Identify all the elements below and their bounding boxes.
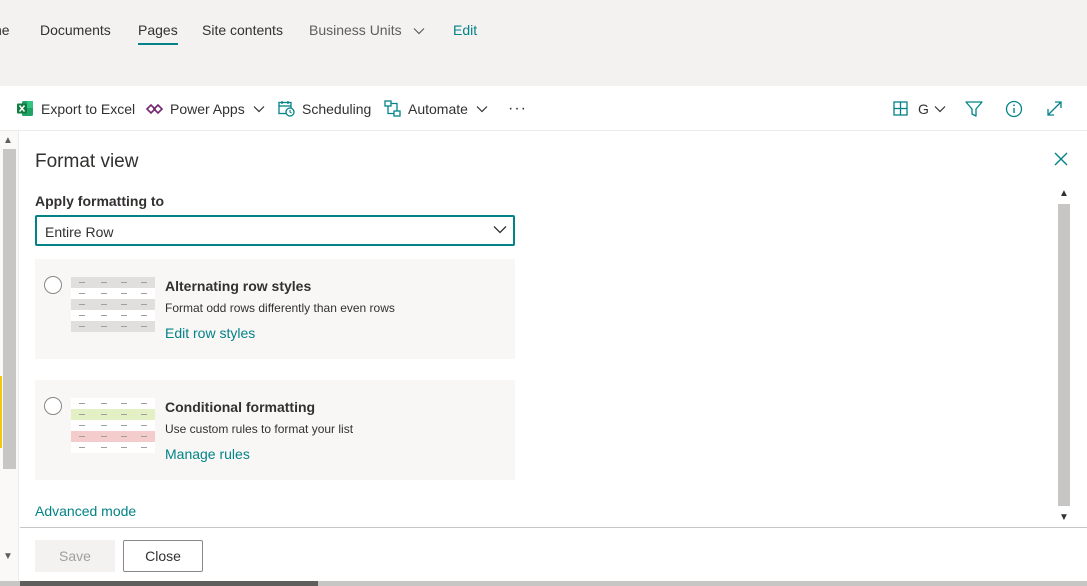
nav-pages[interactable]: Pages [138,22,178,45]
scroll-down-arrow[interactable]: ▼ [3,551,13,562]
power-apps-label: Power Apps [170,100,245,117]
command-bar: Export to Excel Power Apps Scheduling Au… [0,86,1087,131]
alternating-rows-title: Alternating row styles [165,278,312,294]
automate-button[interactable]: Automate [384,86,495,131]
scroll-down-arrow[interactable]: ▼ [1059,512,1069,523]
power-apps-button[interactable]: Power Apps [146,86,272,131]
export-to-excel-button[interactable]: Export to Excel [17,86,135,131]
chevron-down-icon [476,105,488,112]
nav-documents[interactable]: Documents [40,22,111,38]
power-apps-icon [146,103,163,114]
chevron-down-icon [934,105,946,112]
scroll-up-arrow[interactable]: ▲ [3,135,13,146]
panel-scrollbar[interactable]: ▲ ▼ [1057,188,1071,528]
advanced-mode-link[interactable]: Advanced mode [35,503,136,519]
alternating-rows-radio[interactable] [44,276,62,294]
nav-site-contents[interactable]: Site contents [202,22,283,38]
nav-business-units-label: Business Units [309,22,402,38]
manage-rules-link[interactable]: Manage rules [165,446,250,462]
scrollbar-thumb[interactable] [3,149,16,469]
filter-icon [965,100,983,117]
dropdown-selected-value: Entire Row [45,224,114,240]
automate-label: Automate [408,100,468,117]
nav-edit-link[interactable]: Edit [453,22,477,38]
chevron-down-icon [253,105,265,112]
excel-icon [17,101,33,116]
alternating-rows-description: Format odd rows differently than even ro… [165,301,395,315]
format-view-panel: Format view Apply formatting to Entire R… [20,131,1087,586]
chevron-down-icon [493,226,507,234]
view-grid-icon [893,101,908,116]
scheduling-label: Scheduling [302,100,372,117]
option-card-alternating-rows[interactable]: Alternating row styles Format odd rows d… [35,259,515,359]
view-switcher-button[interactable]: G [893,86,953,131]
filter-button[interactable] [965,86,990,131]
more-commands-button[interactable]: ··· [508,86,527,131]
selection-marker [0,376,2,448]
conditional-formatting-preview-icon [71,398,155,453]
panel-footer: Save Close [20,527,1087,586]
apply-formatting-label: Apply formatting to [35,193,165,209]
list-scrollbar[interactable]: ▲ ▼ [0,131,19,586]
scheduling-button[interactable]: Scheduling [278,86,371,131]
info-icon [1005,100,1023,117]
save-button[interactable]: Save [35,540,115,572]
scheduling-icon [278,101,295,117]
scroll-up-arrow[interactable]: ▲ [1059,188,1069,199]
nav-business-units[interactable]: Business Units [309,22,425,38]
alternating-rows-preview-icon [71,277,155,332]
export-to-excel-label: Export to Excel [41,100,136,117]
expand-button[interactable] [1046,86,1070,131]
conditional-formatting-radio[interactable] [44,397,62,415]
info-button[interactable] [1005,86,1030,131]
scrollbar-thumb[interactable] [1058,204,1070,506]
conditional-formatting-title: Conditional formatting [165,399,316,415]
panel-title: Format view [35,151,139,172]
view-switcher-label: G [918,100,929,117]
expand-icon [1047,101,1062,116]
site-navigation: ne Documents Pages Site contents Busines… [0,0,1087,86]
edit-row-styles-link[interactable]: Edit row styles [165,325,255,341]
apply-formatting-dropdown[interactable]: Entire Row [35,215,515,246]
close-icon[interactable] [1051,149,1071,169]
horizontal-scrollbar-thumb[interactable] [20,581,318,586]
close-button[interactable]: Close [123,540,203,572]
conditional-formatting-description: Use custom rules to format your list [165,422,354,436]
nav-home[interactable]: ne [0,22,10,38]
automate-icon [384,100,401,117]
option-card-conditional-formatting[interactable]: Conditional formatting Use custom rules … [35,380,515,480]
chevron-down-icon [414,28,425,35]
